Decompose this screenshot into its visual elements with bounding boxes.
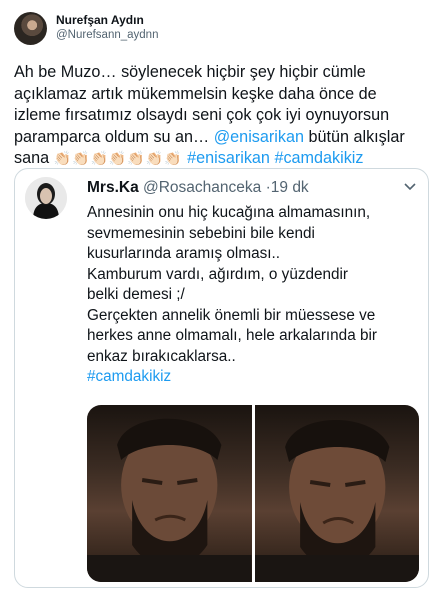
quoted-author-name[interactable]: Mrs.Ka bbox=[87, 179, 139, 196]
quoted-text-line: herkes anne olmamalı, hele arkalarında b… bbox=[87, 327, 377, 344]
tweet-text-fragment: sana bbox=[14, 149, 54, 167]
chevron-down-icon[interactable] bbox=[404, 179, 416, 194]
tweet-text-line: açıklamaz artık mükemmelsin keşke daha ö… bbox=[14, 84, 377, 103]
timestamp[interactable]: 19 dk bbox=[271, 179, 309, 196]
quoted-text-line: Annesinin onu hiç kucağına almamasının, bbox=[87, 204, 371, 221]
clapping-hands-emoji: 👏🏻👏🏻👏🏻👏🏻👏🏻👏🏻👏🏻 bbox=[53, 150, 183, 166]
hashtag-link[interactable]: #camdakikiz bbox=[274, 149, 363, 167]
quoted-text-line: sevmemesinin sebebini bile kendi bbox=[87, 224, 315, 242]
mention-link[interactable]: @enisarikan bbox=[214, 128, 304, 146]
tweet-text: Ah be Muzo… söylenecek hiçbir şey hiçbir… bbox=[14, 62, 432, 170]
author-name[interactable]: Nurefşan Aydın bbox=[56, 13, 144, 27]
media-image[interactable] bbox=[254, 405, 419, 582]
quoted-text-line: Gerçekten annelik önemli bir müessese ve bbox=[87, 306, 376, 324]
tweet-text-line: paramparca oldum su an… @enisarikan bütü… bbox=[14, 127, 432, 149]
tweet-text-line: Ah be Muzo… söylenecek hiçbir şey hiçbir… bbox=[14, 63, 366, 81]
quoted-tweet[interactable]: Mrs.Ka @Rosachanceka ·19 dk Annesinin on… bbox=[14, 168, 429, 588]
media-grid bbox=[87, 405, 419, 582]
quoted-text: Annesinin onu hiç kucağına almamasının, … bbox=[87, 203, 422, 388]
quoted-header: Mrs.Ka @Rosachanceka ·19 dk bbox=[87, 179, 309, 197]
tweet-text-line: sana 👏🏻👏🏻👏🏻👏🏻👏🏻👏🏻👏🏻 #enisarikan #camdaki… bbox=[14, 148, 432, 170]
quoted-author-avatar[interactable] bbox=[25, 177, 67, 219]
quoted-text-line: enkaz bırakıcaklarsa.. bbox=[87, 347, 236, 365]
author-avatar[interactable] bbox=[14, 12, 47, 45]
tweet-text-line: izleme fırsatımız olsaydı seni çok çok i… bbox=[14, 106, 390, 124]
quoted-author-handle[interactable]: @Rosachanceka bbox=[143, 179, 261, 196]
quoted-text-line: Kamburum vardı, ağırdım, o yüzdendir bbox=[87, 265, 349, 283]
hashtag-link[interactable]: #camdakikiz bbox=[87, 367, 422, 388]
quoted-text-line: kusurlarında aramış olması.. bbox=[87, 245, 280, 262]
tweet-text-fragment: paramparca oldum su an… bbox=[14, 127, 214, 146]
author-handle[interactable]: @Nurefsann_aydnn bbox=[56, 29, 158, 41]
quoted-text-line: belki demesi ;/ bbox=[87, 286, 185, 303]
media-image[interactable] bbox=[87, 405, 252, 582]
tweet-text-fragment: bütün alkışlar bbox=[303, 127, 405, 146]
hashtag-link[interactable]: #enisarikan bbox=[187, 149, 270, 167]
